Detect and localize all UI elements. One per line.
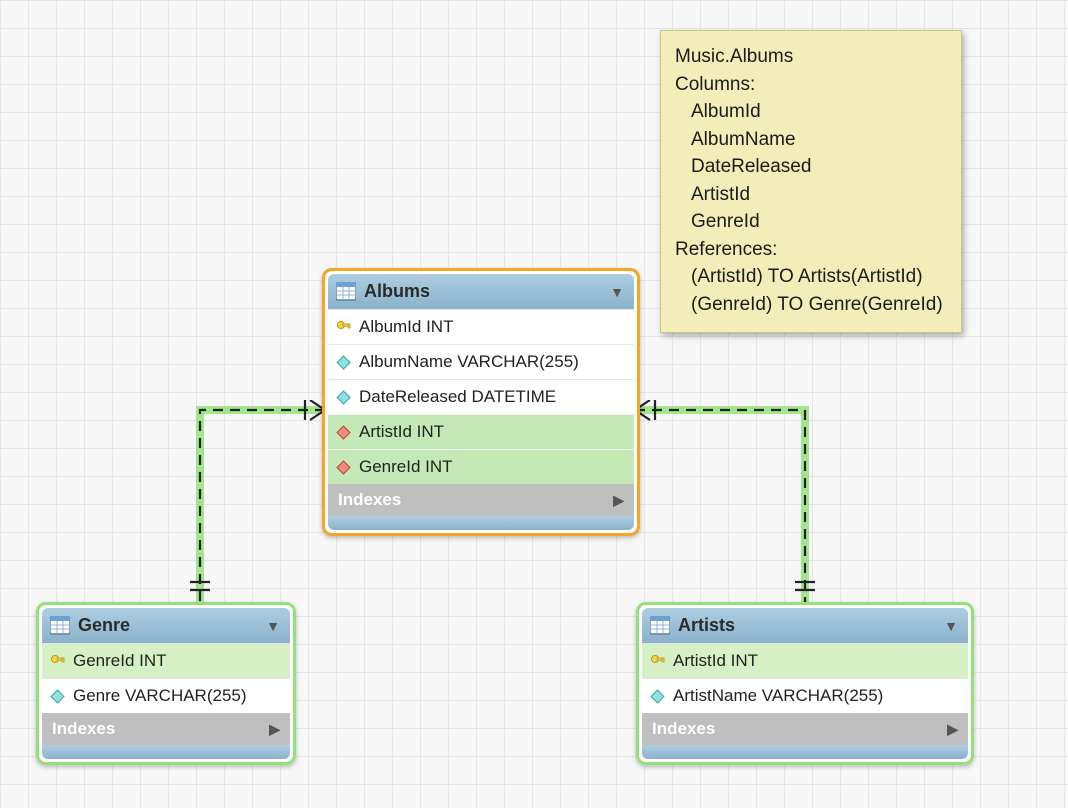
table-genre-header[interactable]: Genre ▼	[42, 608, 290, 643]
connector-albums-artists	[630, 400, 840, 620]
key-icon	[50, 654, 65, 669]
column-row[interactable]: AlbumName VARCHAR(255)	[328, 344, 634, 379]
column-row[interactable]: GenreId INT	[42, 643, 290, 678]
indexes-label: Indexes	[652, 719, 715, 739]
column-row[interactable]: AlbumId INT	[328, 309, 634, 344]
table-albums-header[interactable]: Albums ▼	[328, 274, 634, 309]
table-footer	[42, 745, 290, 759]
column-name: DateReleased DATETIME	[359, 387, 556, 407]
indexes-row[interactable]: Indexes ▶	[328, 484, 634, 516]
diamond-icon	[336, 460, 351, 475]
chevron-down-icon: ▼	[610, 284, 624, 300]
table-icon	[650, 616, 670, 636]
table-footer	[642, 745, 968, 759]
table-icon	[50, 616, 70, 636]
column-row[interactable]: GenreId INT	[328, 449, 634, 484]
column-row[interactable]: ArtistId INT	[328, 414, 634, 449]
table-title: Albums	[364, 281, 430, 302]
column-name: GenreId INT	[359, 457, 453, 477]
table-tooltip: Music.Albums Columns: AlbumId AlbumName …	[660, 30, 962, 333]
tooltip-col: AlbumId	[675, 98, 943, 126]
connector-albums-genre	[165, 400, 335, 620]
diamond-icon	[50, 689, 65, 704]
indexes-label: Indexes	[338, 490, 401, 510]
indexes-row[interactable]: Indexes ▶	[642, 713, 968, 745]
tooltip-col: DateReleased	[675, 153, 943, 181]
chevron-right-icon: ▶	[613, 492, 624, 509]
indexes-label: Indexes	[52, 719, 115, 739]
chevron-right-icon: ▶	[947, 721, 958, 738]
column-name: Genre VARCHAR(255)	[73, 686, 247, 706]
tooltip-col: ArtistId	[675, 181, 943, 209]
column-name: ArtistId INT	[359, 422, 444, 442]
table-albums[interactable]: Albums ▼ AlbumId INT AlbumName VARCHAR(2…	[322, 268, 640, 536]
tooltip-col: GenreId	[675, 208, 943, 236]
tooltip-columns-label: Columns:	[675, 71, 943, 99]
chevron-down-icon: ▼	[944, 618, 958, 634]
table-title: Artists	[678, 615, 735, 636]
table-title: Genre	[78, 615, 130, 636]
column-name: AlbumId INT	[359, 317, 453, 337]
diamond-icon	[336, 425, 351, 440]
column-name: GenreId INT	[73, 651, 167, 671]
diamond-icon	[336, 390, 351, 405]
tooltip-ref: (ArtistId) TO Artists(ArtistId)	[675, 263, 943, 291]
chevron-down-icon: ▼	[266, 618, 280, 634]
table-footer	[328, 516, 634, 530]
column-row[interactable]: DateReleased DATETIME	[328, 379, 634, 414]
tooltip-ref: (GenreId) TO Genre(GenreId)	[675, 291, 943, 319]
column-row[interactable]: ArtistId INT	[642, 643, 968, 678]
diamond-icon	[650, 689, 665, 704]
column-name: ArtistName VARCHAR(255)	[673, 686, 883, 706]
table-artists[interactable]: Artists ▼ ArtistId INT ArtistName VARCHA…	[636, 602, 974, 765]
tooltip-refs-label: References:	[675, 236, 943, 264]
column-row[interactable]: ArtistName VARCHAR(255)	[642, 678, 968, 713]
erd-canvas[interactable]: Albums ▼ AlbumId INT AlbumName VARCHAR(2…	[0, 0, 1068, 808]
chevron-right-icon: ▶	[269, 721, 280, 738]
table-icon	[336, 282, 356, 302]
table-genre[interactable]: Genre ▼ GenreId INT Genre VARCHAR(255) I…	[36, 602, 296, 765]
column-name: AlbumName VARCHAR(255)	[359, 352, 579, 372]
key-icon	[336, 320, 351, 335]
tooltip-title: Music.Albums	[675, 43, 943, 71]
diamond-icon	[336, 355, 351, 370]
column-row[interactable]: Genre VARCHAR(255)	[42, 678, 290, 713]
table-artists-header[interactable]: Artists ▼	[642, 608, 968, 643]
column-name: ArtistId INT	[673, 651, 758, 671]
key-icon	[650, 654, 665, 669]
tooltip-col: AlbumName	[675, 126, 943, 154]
indexes-row[interactable]: Indexes ▶	[42, 713, 290, 745]
